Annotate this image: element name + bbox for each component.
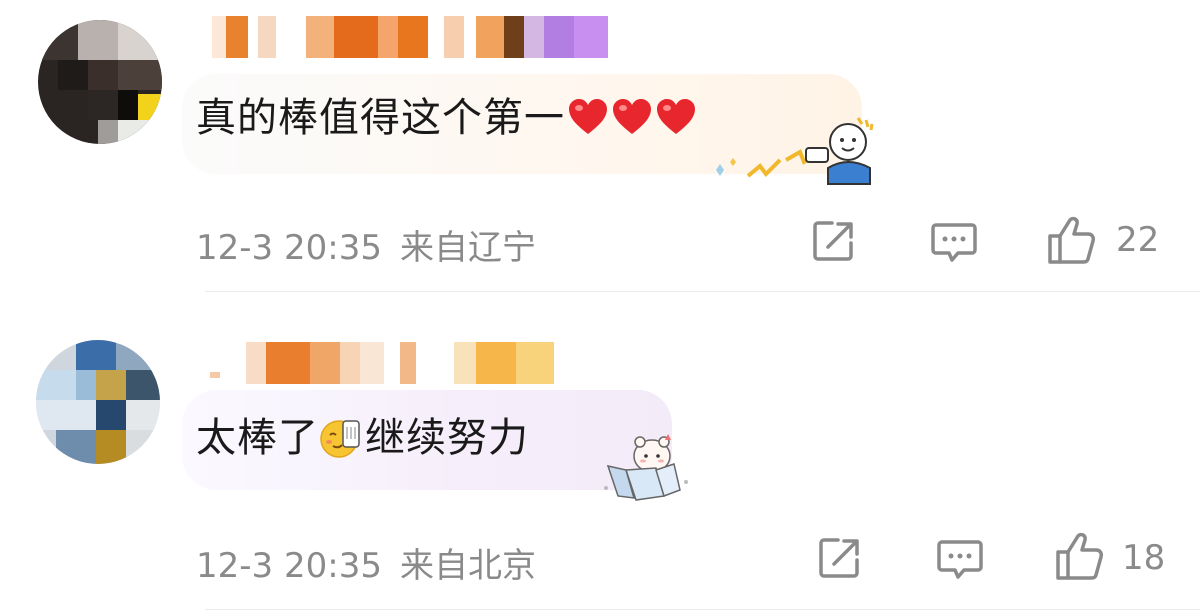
comment-item: 太棒了 继续努力 12-3 20:35 来自北京 18: [0, 292, 1200, 612]
heart-emoji-icon: [613, 99, 651, 134]
thumbs-up-icon[interactable]: [1046, 214, 1098, 266]
comment-item: 真的棒值得这个第一 12-3 20:35 来自辽宁 22: [0, 0, 1200, 292]
smirk-phone-emoji-icon: [320, 420, 360, 458]
share-forward-icon[interactable]: [810, 217, 858, 265]
avatar[interactable]: [36, 340, 160, 464]
thumbs-up-icon[interactable]: [1054, 530, 1106, 582]
comment-location: 来自北京: [399, 546, 536, 586]
comment-time: 12-3 20:35: [196, 546, 382, 586]
cheering-sticker-icon: [716, 117, 874, 185]
divider: [205, 609, 1200, 610]
comment-text: 真的棒值得这个第一: [196, 94, 697, 142]
share-forward-icon[interactable]: [816, 534, 864, 582]
bear-gift-sticker-icon: [604, 434, 688, 501]
comment-meta: 12-3 20:35 来自北京: [196, 538, 554, 587]
like-count: 18: [1122, 538, 1166, 578]
comment-reply-icon[interactable]: [936, 534, 984, 582]
heart-emoji-icon: [569, 99, 607, 134]
comment-reply-icon[interactable]: [930, 217, 978, 265]
avatar[interactable]: [38, 20, 162, 144]
comment-text-after: 继续努力: [365, 415, 529, 461]
like-count: 22: [1116, 220, 1160, 260]
comment-text-label: 真的棒值得这个第一: [196, 95, 565, 141]
comment-text: 太棒了 继续努力: [196, 414, 529, 462]
username-mosaic[interactable]: [210, 342, 554, 384]
username-mosaic[interactable]: [212, 16, 608, 58]
comment-text-before: 太棒了: [196, 415, 319, 461]
comment-meta: 12-3 20:35 来自辽宁: [196, 220, 554, 269]
comment-location: 来自辽宁: [399, 228, 536, 268]
heart-emoji-icon: [657, 99, 695, 134]
comment-time: 12-3 20:35: [196, 228, 382, 268]
